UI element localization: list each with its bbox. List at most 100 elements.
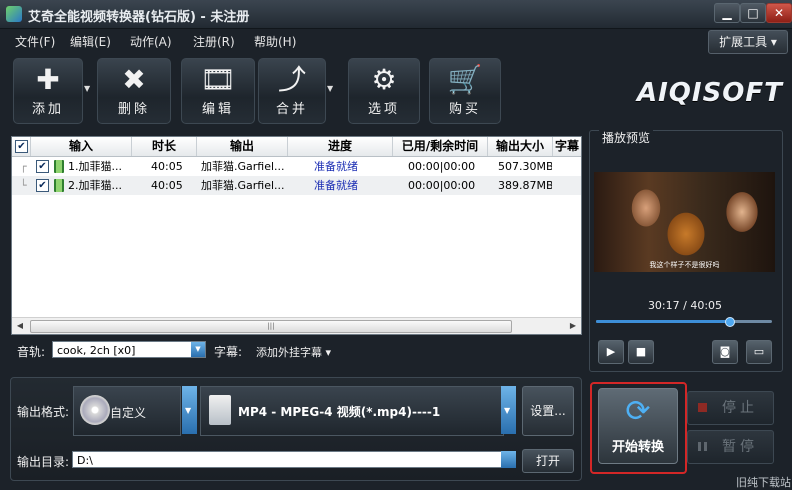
plus-icon: ✚ xyxy=(36,63,60,96)
seek-slider[interactable] xyxy=(596,317,772,327)
buy-button[interactable]: 🛒 购买 xyxy=(429,58,501,124)
video-subtitle: 我这个样子不是很好吗 xyxy=(649,261,720,269)
start-label: 开始转换 xyxy=(611,440,664,455)
column-input[interactable]: 输入 xyxy=(31,137,132,156)
stop-preview-button[interactable]: ■ xyxy=(628,340,654,364)
add-button[interactable]: ✚ 添加 xyxy=(13,58,83,124)
audio-track-select[interactable]: cook, 2ch [x0] ▼ xyxy=(52,341,206,358)
playback-time: 30:17 / 40:05 xyxy=(647,299,723,312)
menu-help[interactable]: 帮助(H) xyxy=(254,33,296,50)
add-subtitle-dropdown[interactable]: 添加外挂字幕 ▾ xyxy=(256,344,331,360)
video-file-icon xyxy=(54,179,64,192)
table-row[interactable]: └ ✔ 2.加菲猫... 40:05 加菲猫.Garfiel... 准备就绪 0… xyxy=(12,176,581,195)
settings-button[interactable]: 设置... xyxy=(522,386,574,436)
menu-file[interactable]: 文件(F) xyxy=(15,33,55,50)
column-duration[interactable]: 时长 xyxy=(132,137,197,156)
video-frame[interactable]: 我这个样子不是很好吗 xyxy=(594,172,775,272)
row-input: 2.加菲猫... xyxy=(68,179,122,192)
play-button[interactable]: ▶ xyxy=(598,340,624,364)
row-input: 1.加菲猫... xyxy=(68,160,122,173)
column-output[interactable]: 输出 xyxy=(197,137,288,156)
add-label: 添加 xyxy=(31,102,64,117)
seek-fill xyxy=(596,320,729,323)
row-checkbox[interactable]: ✔ xyxy=(36,179,49,192)
mp4-file-icon xyxy=(209,395,231,425)
preview-title: 播放预览 xyxy=(599,129,654,146)
minimize-button[interactable]: ▁ xyxy=(714,3,740,23)
merge-label: 合并 xyxy=(275,102,308,117)
scroll-thumb[interactable]: ||| xyxy=(30,320,512,333)
menu-register[interactable]: 注册(R) xyxy=(193,33,235,50)
preset-select[interactable]: 自定义 xyxy=(73,386,181,436)
scroll-left-icon[interactable]: ◀ xyxy=(12,318,28,334)
window-title: 艾奇全能视频转换器(钻石版) - 未注册 xyxy=(28,10,250,25)
row-progress: 准备就绪 xyxy=(314,160,358,173)
stop-label: 停止 xyxy=(722,400,758,416)
pause-label: 暂停 xyxy=(722,439,758,455)
check-icon: ✔ xyxy=(15,140,28,153)
preset-value: 自定义 xyxy=(110,406,147,420)
stop-icon: ■ xyxy=(635,345,647,358)
row-checkbox[interactable]: ✔ xyxy=(36,160,49,173)
column-size[interactable]: 输出大小 xyxy=(488,137,553,156)
add-dropdown[interactable]: ▼ xyxy=(82,58,94,122)
maximize-button[interactable]: □ xyxy=(740,3,766,23)
seek-handle[interactable] xyxy=(724,317,735,327)
menu-action[interactable]: 动作(A) xyxy=(130,33,172,50)
title-bar: 艾奇全能视频转换器(钻石版) - 未注册 ▁ □ ✕ xyxy=(0,0,792,29)
film-edit-icon: 🎞 xyxy=(200,63,236,96)
close-button[interactable]: ✕ xyxy=(766,3,792,23)
merge-dropdown[interactable]: ▼ xyxy=(325,58,337,122)
column-subtitle[interactable]: 字幕 xyxy=(553,137,581,156)
open-button[interactable]: 打开 xyxy=(522,449,574,473)
merge-button[interactable]: ⤴ 合并 xyxy=(258,58,326,124)
row-size: 507.30MB xyxy=(498,160,552,173)
folder-button[interactable]: ▭ xyxy=(746,340,772,364)
brand-logo: AIQISOFT xyxy=(637,78,783,108)
scroll-right-icon[interactable]: ▶ xyxy=(565,318,581,334)
chevron-down-icon: ▼ xyxy=(504,406,511,415)
edit-button[interactable]: 🎞 编辑 xyxy=(181,58,255,124)
watermark: 旧纯下载站 xyxy=(736,476,791,489)
column-time[interactable]: 已用/剩余时间 xyxy=(393,137,488,156)
select-all-checkbox[interactable]: ✔ xyxy=(12,137,31,156)
format-select[interactable]: MP4 - MPEG-4 视频(*.mp4)----1 xyxy=(200,386,504,436)
row-time: 00:00|00:00 xyxy=(408,179,476,192)
pause-icon xyxy=(698,442,707,451)
options-button[interactable]: ⚙ 选项 xyxy=(348,58,420,124)
chevron-down-icon: ▼ xyxy=(84,84,91,93)
menu-bar: 文件(F) 编辑(E) 动作(A) 注册(R) 帮助(H) xyxy=(0,30,792,52)
column-progress[interactable]: 进度 xyxy=(288,137,393,156)
delete-button[interactable]: ✖ 删除 xyxy=(97,58,171,124)
row-output: 加菲猫.Garfiel... xyxy=(201,179,285,192)
row-progress: 准备就绪 xyxy=(314,179,358,192)
file-list: ✔ 输入 时长 输出 进度 已用/剩余时间 输出大小 字幕 ┌ ✔ 1.加菲猫.… xyxy=(11,136,582,335)
row-size: 389.87MB xyxy=(498,179,552,192)
horizontal-scrollbar[interactable]: ◀ ||| ▶ xyxy=(12,317,581,334)
pause-button[interactable]: 暂停 xyxy=(687,430,774,464)
row-duration: 40:05 xyxy=(151,160,183,173)
play-icon: ▶ xyxy=(606,345,616,358)
row-output: 加菲猫.Garfiel... xyxy=(201,160,285,173)
x-icon: ✖ xyxy=(122,63,146,96)
output-dir-input[interactable]: D:\ xyxy=(72,451,502,468)
options-label: 选项 xyxy=(367,102,400,117)
app-icon xyxy=(6,6,22,22)
extend-tools-button[interactable]: 扩展工具 ▾ xyxy=(708,30,788,54)
merge-arrow-icon: ⤴ xyxy=(277,63,306,96)
table-row[interactable]: ┌ ✔ 1.加菲猫... 40:05 加菲猫.Garfiel... 准备就绪 0… xyxy=(12,157,581,176)
stop-button[interactable]: 停止 xyxy=(687,391,774,425)
chevron-down-icon[interactable]: ▼ xyxy=(191,342,205,357)
edit-label: 编辑 xyxy=(201,102,234,117)
video-file-icon xyxy=(54,160,64,173)
menu-edit[interactable]: 编辑(E) xyxy=(70,33,111,50)
list-header: ✔ 输入 时长 输出 进度 已用/剩余时间 输出大小 字幕 xyxy=(12,137,581,157)
snapshot-button[interactable]: ◙ xyxy=(712,340,738,364)
preset-dropdown[interactable]: ▼ xyxy=(182,386,197,434)
format-dropdown[interactable]: ▼ xyxy=(501,386,516,434)
start-convert-button[interactable]: ⟳ 开始转换 xyxy=(598,388,678,464)
row-duration: 40:05 xyxy=(151,179,183,192)
output-dir-browse[interactable] xyxy=(501,451,516,468)
disc-icon xyxy=(80,395,110,425)
delete-label: 删除 xyxy=(117,102,150,117)
